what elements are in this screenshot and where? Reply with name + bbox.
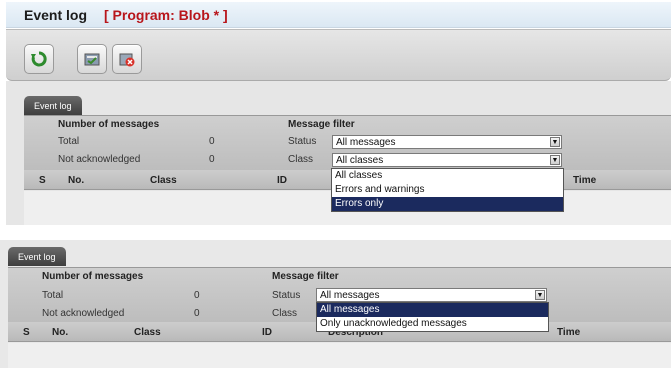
table-body [8, 343, 671, 368]
event-log-panel-bottom: Event log Number of messages Total 0 Not… [0, 240, 671, 368]
page-title: Event log [24, 7, 88, 23]
not-acknowledged-label: Not acknowledged [42, 308, 125, 319]
total-value: 0 [194, 290, 200, 301]
class-label: Class [272, 308, 298, 319]
column-id[interactable]: ID [262, 327, 272, 338]
class-option-errors-only[interactable]: Errors only [332, 197, 563, 211]
toolbar [6, 29, 671, 81]
refresh-button[interactable] [24, 44, 54, 74]
status-select[interactable]: All messages ▼ [332, 135, 562, 149]
not-acknowledged-label: Not acknowledged [58, 154, 141, 165]
total-label: Total [58, 136, 80, 147]
message-filter-label: Message filter [272, 271, 339, 282]
total-label: Total [42, 290, 64, 301]
chevron-down-icon[interactable]: ▼ [550, 155, 560, 165]
title-bar: Event log [ Program: Blob * ] [6, 2, 671, 28]
program-title: [ Program: Blob * ] [104, 7, 228, 23]
column-no[interactable]: No. [52, 327, 68, 338]
event-log-panel-top: Event log Number of messages Total 0 Not… [6, 81, 671, 225]
not-acknowledged-value: 0 [209, 154, 215, 165]
column-time[interactable]: Time [557, 327, 580, 338]
class-dropdown-list: All classes Errors and warnings Errors o… [331, 168, 564, 212]
number-of-messages-label: Number of messages [42, 271, 144, 282]
class-option-all[interactable]: All classes [332, 169, 563, 183]
tab-event-log[interactable]: Event log [24, 96, 82, 115]
acknowledge-icon [84, 53, 100, 66]
column-id[interactable]: ID [277, 175, 287, 186]
status-label: Status [288, 136, 317, 147]
chevron-down-icon[interactable]: ▼ [550, 137, 560, 147]
column-class[interactable]: Class [134, 327, 161, 338]
column-s[interactable]: S [23, 327, 30, 338]
column-no[interactable]: No. [68, 175, 84, 186]
chevron-down-icon[interactable]: ▼ [535, 290, 545, 300]
status-label: Status [272, 290, 301, 301]
class-option-errors-warnings[interactable]: Errors and warnings [332, 183, 563, 197]
tab-event-log[interactable]: Event log [8, 247, 66, 266]
refresh-icon [31, 51, 47, 67]
column-class[interactable]: Class [150, 175, 177, 186]
status-select[interactable]: All messages ▼ [316, 288, 547, 302]
status-option-unacknowledged[interactable]: Only unacknowledged messages [317, 317, 548, 331]
status-dropdown-list: All messages Only unacknowledged message… [316, 302, 549, 332]
divider [0, 228, 671, 240]
class-select[interactable]: All classes ▼ [332, 153, 562, 167]
column-s[interactable]: S [39, 175, 46, 186]
delete-button[interactable] [112, 44, 142, 74]
status-option-all[interactable]: All messages [317, 303, 548, 317]
number-of-messages-label: Number of messages [58, 119, 160, 130]
column-time[interactable]: Time [573, 175, 596, 186]
class-label: Class [288, 154, 314, 165]
not-acknowledged-value: 0 [194, 308, 200, 319]
total-value: 0 [209, 136, 215, 147]
message-filter-label: Message filter [288, 119, 355, 130]
delete-icon [119, 53, 135, 67]
acknowledge-button[interactable] [77, 44, 107, 74]
